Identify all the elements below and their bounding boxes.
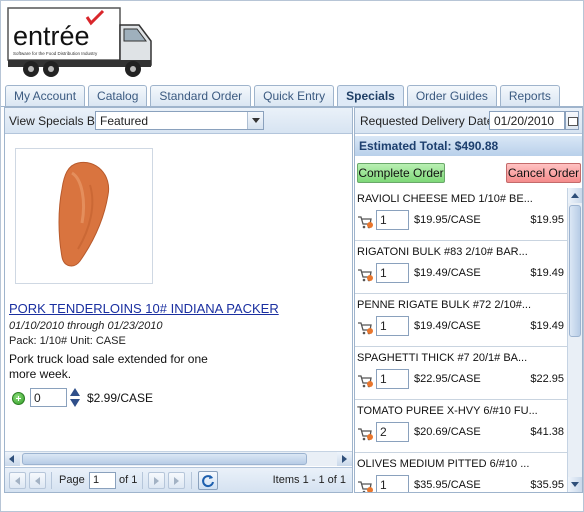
order-item-extended-price: $19.49 — [530, 267, 564, 279]
tab-specials[interactable]: Specials — [337, 85, 404, 108]
last-page-button[interactable] — [168, 472, 185, 489]
estimated-total-bar: Estimated Total: $490.88 — [355, 136, 582, 156]
cart-remove-icon[interactable] — [357, 374, 374, 388]
first-page-button[interactable] — [9, 472, 26, 489]
order-toolbar: Requested Delivery Date: 01/20/2010 — [355, 108, 582, 134]
order-item: TOMATO PUREE X-HVY 6/#10 FU... 2 $20.69/… — [355, 400, 567, 453]
order-item-unit-price: $19.49/CASE — [414, 267, 481, 279]
tab-reports[interactable]: Reports — [499, 85, 560, 107]
product-price: $2.99/CASE — [87, 391, 154, 405]
calendar-icon[interactable] — [565, 111, 579, 130]
estimated-total: Estimated Total: $490.88 — [359, 139, 499, 153]
product-pack: Pack: 1/10# Unit: CASE — [9, 335, 126, 347]
product-name-link[interactable]: PORK TENDERLOINS 10# INDIANA PACKER — [9, 301, 279, 316]
increment-arrow-icon[interactable] — [70, 388, 80, 396]
scroll-thumb[interactable] — [22, 453, 307, 465]
cart-remove-icon[interactable] — [357, 321, 374, 335]
scroll-down-icon[interactable] — [568, 477, 582, 492]
order-item-unit-price: $20.69/CASE — [414, 426, 481, 438]
order-item: RIGATONI BULK #83 2/10# BAR... 1 $19.49/… — [355, 241, 567, 294]
order-item-qty[interactable]: 1 — [376, 210, 409, 230]
order-item-unit-price: $35.95/CASE — [414, 479, 481, 491]
product-image — [15, 148, 153, 284]
complete-order-button[interactable]: Complete Order — [357, 163, 445, 183]
pager: Page 1 of 1 Items 1 - 1 of 1 — [5, 467, 352, 492]
cart-remove-icon[interactable] — [357, 427, 374, 441]
scroll-right-icon[interactable] — [337, 452, 352, 466]
order-item-name: RIGATONI BULK #83 2/10# BAR... — [357, 246, 528, 258]
order-item-unit-price: $22.95/CASE — [414, 373, 481, 385]
svg-text:Software for the Food Distribu: Software for the Food Distribution Indus… — [13, 51, 98, 56]
entree-logo: entrée Software for the Food Distributio… — [7, 7, 155, 79]
page-label: Page — [59, 474, 85, 486]
scroll-left-icon[interactable] — [5, 452, 20, 466]
order-item-extended-price: $22.95 — [530, 373, 564, 385]
order-item-qty[interactable]: 1 — [376, 475, 409, 492]
main-tabs: My Account Catalog Standard Order Quick … — [5, 85, 560, 108]
tab-my-account[interactable]: My Account — [5, 85, 86, 107]
prev-page-button[interactable] — [29, 472, 46, 489]
order-item: OLIVES MEDIUM PITTED 6/#10 ... 1 $35.95/… — [355, 453, 567, 492]
view-specials-label: View Specials By — [9, 114, 101, 128]
quantity-stepper[interactable] — [70, 388, 81, 408]
cancel-order-button[interactable]: Cancel Order — [506, 163, 581, 183]
specials-panel: View Specials By Featured PORK TENDERLOI… — [4, 107, 353, 493]
order-item-name: SPAGHETTI THICK #7 20/1# BA... — [357, 352, 528, 364]
product-quantity-input[interactable]: 0 — [30, 388, 67, 407]
items-count: Items 1 - 1 of 1 — [272, 474, 346, 486]
app-frame: entrée Software for the Food Distributio… — [0, 0, 584, 512]
specials-toolbar: View Specials By Featured — [5, 108, 352, 134]
tab-quick-entry[interactable]: Quick Entry — [254, 85, 335, 107]
order-item-qty[interactable]: 2 — [376, 422, 409, 442]
delivery-date-input[interactable]: 01/20/2010 — [489, 111, 565, 130]
order-item-qty[interactable]: 1 — [376, 369, 409, 389]
add-to-order-icon[interactable] — [12, 392, 25, 405]
order-item-unit-price: $19.49/CASE — [414, 320, 481, 332]
view-specials-value: Featured — [100, 114, 149, 128]
pager-divider — [142, 472, 143, 489]
tab-catalog[interactable]: Catalog — [88, 85, 148, 107]
pager-divider — [191, 472, 192, 489]
order-item-qty[interactable]: 1 — [376, 316, 409, 336]
tab-standard-order[interactable]: Standard Order — [150, 85, 252, 107]
scroll-thumb[interactable] — [569, 205, 581, 337]
order-item-extended-price: $41.38 — [530, 426, 564, 438]
cart-remove-icon[interactable] — [357, 268, 374, 282]
order-item-name: RAVIOLI CHEESE MED 1/10# BE... — [357, 193, 533, 205]
vertical-scrollbar[interactable] — [567, 188, 582, 492]
tab-order-guides[interactable]: Order Guides — [406, 85, 497, 107]
chevron-down-icon[interactable] — [247, 112, 263, 129]
order-item: RAVIOLI CHEESE MED 1/10# BE... 1 $19.95/… — [355, 188, 567, 241]
product-dates: 01/10/2010 through 01/23/2010 — [9, 320, 163, 332]
horizontal-scrollbar[interactable] — [5, 451, 352, 466]
scroll-up-icon[interactable] — [568, 188, 582, 203]
order-item-qty[interactable]: 1 — [376, 263, 409, 283]
cart-remove-icon[interactable] — [357, 215, 374, 229]
next-page-button[interactable] — [148, 472, 165, 489]
refresh-icon — [202, 475, 214, 488]
order-item-name: TOMATO PUREE X-HVY 6/#10 FU... — [357, 405, 538, 417]
view-specials-select[interactable]: Featured — [95, 111, 264, 130]
order-item: PENNE RIGATE BULK #72 2/10#... 1 $19.49/… — [355, 294, 567, 347]
cart-remove-icon[interactable] — [357, 480, 374, 492]
pager-divider — [51, 472, 52, 489]
product-description: Pork truck load sale extended for one mo… — [9, 352, 208, 381]
delivery-date-label: Requested Delivery Date: — [360, 114, 497, 128]
order-items-list: RAVIOLI CHEESE MED 1/10# BE... 1 $19.95/… — [355, 188, 567, 492]
page-number-input[interactable]: 1 — [89, 472, 116, 489]
order-item-name: OLIVES MEDIUM PITTED 6/#10 ... — [357, 458, 530, 470]
order-item: SPAGHETTI THICK #7 20/1# BA... 1 $22.95/… — [355, 347, 567, 400]
page-count-label: of 1 — [119, 474, 138, 486]
order-item-extended-price: $35.95 — [530, 479, 564, 491]
order-panel: Requested Delivery Date: 01/20/2010 Esti… — [354, 107, 583, 493]
decrement-arrow-icon[interactable] — [70, 399, 80, 407]
order-item-extended-price: $19.49 — [530, 320, 564, 332]
order-item-extended-price: $19.95 — [530, 214, 564, 226]
order-item-unit-price: $19.95/CASE — [414, 214, 481, 226]
svg-text:entrée: entrée — [13, 21, 90, 51]
order-item-name: PENNE RIGATE BULK #72 2/10#... — [357, 299, 532, 311]
refresh-button[interactable] — [198, 471, 218, 490]
